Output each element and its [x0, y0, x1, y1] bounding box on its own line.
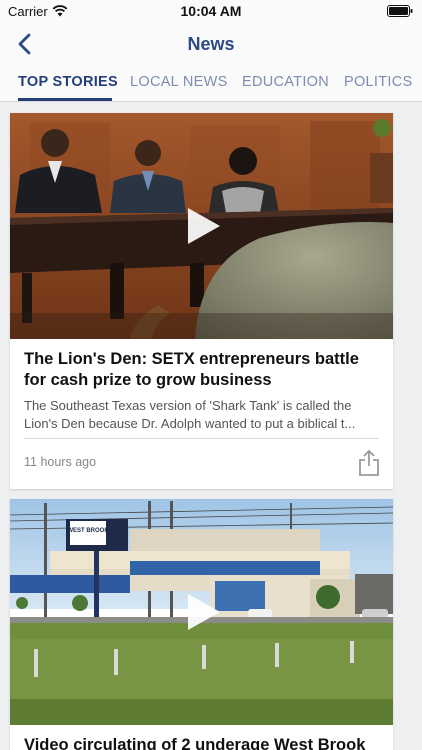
- campus-sign-text: WEST BROOK: [67, 528, 109, 534]
- card-footer: 11 hours ago: [24, 439, 379, 489]
- tab-top-stories[interactable]: TOP STORIES: [18, 74, 118, 90]
- status-bar: Carrier 10:04 AM: [0, 0, 422, 22]
- article-headline[interactable]: Video circulating of 2 underage West Bro…: [24, 735, 379, 750]
- battery-icon: [387, 5, 413, 17]
- play-icon[interactable]: [180, 590, 224, 634]
- article-summary: The Southeast Texas version of 'Shark Ta…: [24, 398, 356, 431]
- navigation-bar: News: [0, 22, 422, 66]
- tab-local-news[interactable]: LOCAL NEWS: [130, 74, 228, 90]
- article-card[interactable]: WEST BROOK Video circulating of 2 undera…: [10, 499, 393, 750]
- active-tab-indicator: [18, 98, 112, 101]
- article-card[interactable]: The Lion's Den: SETX entrepreneurs battl…: [10, 113, 393, 489]
- article-video-thumbnail[interactable]: [10, 113, 393, 339]
- category-tab-bar: TOP STORIES LOCAL NEWS EDUCATION POLITIC…: [0, 66, 422, 102]
- page-title: News: [187, 34, 235, 54]
- tab-politics[interactable]: POLITICS: [344, 74, 412, 90]
- article-headline[interactable]: The Lion's Den: SETX entrepreneurs battl…: [24, 349, 379, 391]
- share-icon[interactable]: [357, 449, 381, 477]
- tab-education[interactable]: EDUCATION: [242, 74, 329, 90]
- article-timestamp: 11 hours ago: [24, 455, 97, 469]
- news-feed[interactable]: The Lion's Den: SETX entrepreneurs battl…: [0, 102, 422, 750]
- status-time: 10:04 AM: [180, 3, 242, 19]
- article-video-thumbnail[interactable]: WEST BROOK: [10, 499, 393, 725]
- play-icon[interactable]: [180, 204, 224, 248]
